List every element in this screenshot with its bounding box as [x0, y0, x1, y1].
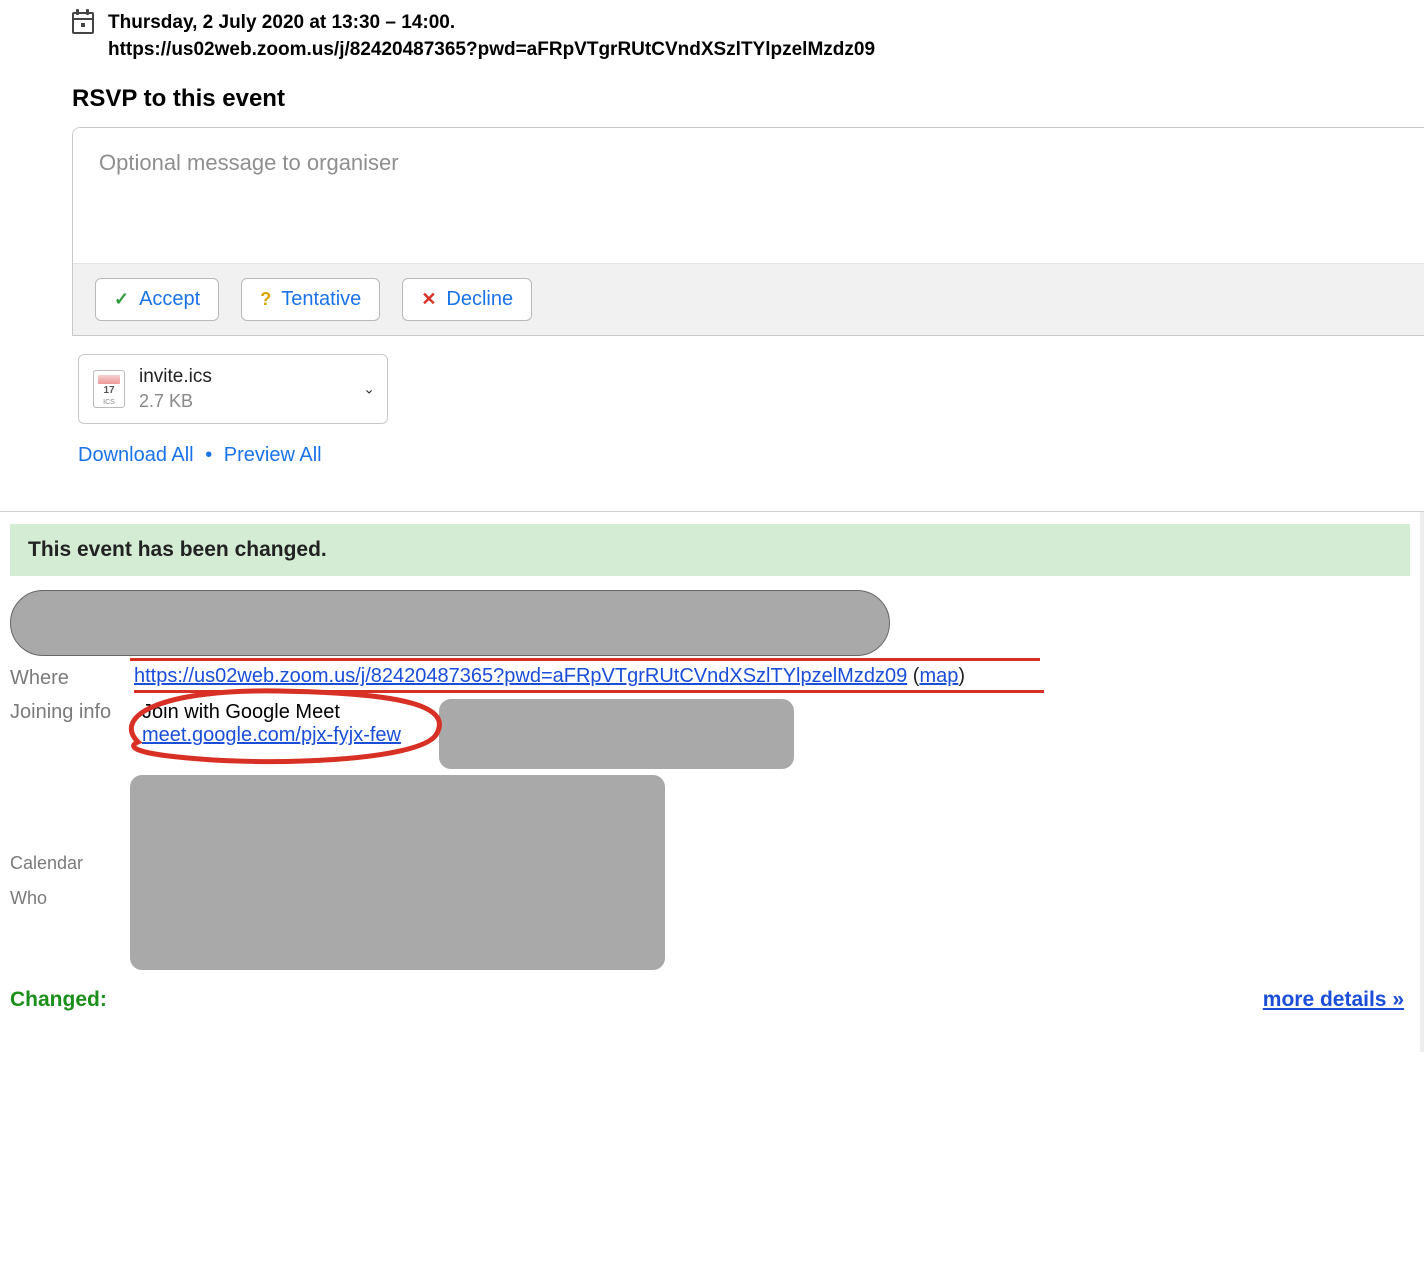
- google-meet-link[interactable]: meet.google.com/pjx-fyjx-few: [142, 724, 401, 746]
- event-location: https://us02web.zoom.us/j/82420487365?pw…: [108, 39, 875, 60]
- rsvp-heading: RSVP to this event: [0, 63, 1424, 127]
- attachment-invite-ics[interactable]: ICS invite.ics 2.7 KB ⌄: [78, 354, 388, 424]
- accept-label: Accept: [139, 288, 200, 311]
- ics-file-icon: ICS: [93, 370, 125, 408]
- x-icon: ✕: [421, 289, 436, 310]
- who-label: Who: [10, 886, 83, 909]
- tentative-label: Tentative: [281, 288, 361, 311]
- chevron-down-icon: ⌄: [363, 381, 375, 398]
- changed-banner: This event has been changed.: [10, 524, 1410, 576]
- rsvp-button-bar: ✓ Accept ? Tentative ✕ Decline: [73, 263, 1424, 335]
- accept-button[interactable]: ✓ Accept: [95, 278, 219, 321]
- separator-dot: •: [205, 444, 212, 466]
- event-header-text: Thursday, 2 July 2020 at 13:30 – 14:00. …: [108, 10, 875, 63]
- tentative-button[interactable]: ? Tentative: [241, 278, 380, 321]
- download-all-link[interactable]: Download All: [78, 444, 194, 466]
- map-link[interactable]: map: [919, 665, 958, 687]
- redacted-title: [10, 590, 890, 656]
- where-label: Where: [10, 665, 128, 690]
- where-zoom-link[interactable]: https://us02web.zoom.us/j/82420487365?pw…: [134, 665, 907, 687]
- attachment-size: 2.7 KB: [139, 390, 212, 413]
- annotation-underline-bottom: [134, 690, 1044, 693]
- changed-label: Changed:: [10, 988, 107, 1012]
- check-icon: ✓: [114, 289, 129, 310]
- redacted-joining-extra: [439, 699, 794, 769]
- decline-label: Decline: [446, 288, 513, 311]
- event-date: Thursday, 2 July 2020 at 13:30 – 14:00.: [108, 12, 455, 33]
- rsvp-message-box: ✓ Accept ? Tentative ✕ Decline: [72, 127, 1424, 336]
- joining-info-label: Joining info: [10, 699, 128, 724]
- join-with-google-meet: Join with Google Meet: [142, 701, 401, 724]
- calendar-label: Calendar: [10, 851, 83, 874]
- rsvp-message-input[interactable]: [73, 128, 1424, 258]
- more-details-link[interactable]: more details »: [1263, 988, 1404, 1012]
- question-icon: ?: [260, 289, 271, 310]
- email-body: This event has been changed. Where https…: [0, 512, 1424, 1052]
- calendar-icon: [72, 12, 94, 34]
- annotation-underline-top: [130, 658, 1040, 661]
- decline-button[interactable]: ✕ Decline: [402, 278, 532, 321]
- attachment-name: invite.ics: [139, 365, 212, 390]
- preview-all-link[interactable]: Preview All: [224, 444, 322, 466]
- redacted-calendar-who: [130, 775, 665, 970]
